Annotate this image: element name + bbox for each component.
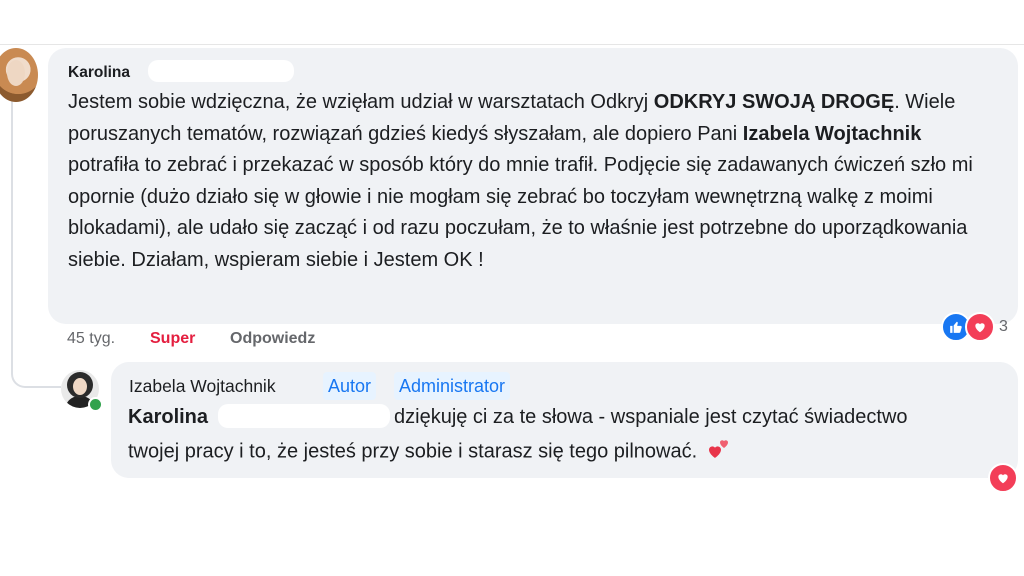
online-status-dot [88, 397, 103, 412]
comment-text-part-3: potrafiła to zebrać i przekazać w sposób… [68, 154, 973, 271]
comment-timestamp[interactable]: 45 tyg. [67, 330, 115, 348]
love-reaction-icon [965, 312, 995, 342]
top-divider [0, 44, 1024, 45]
reply-text-line-1: dziękuję ci za te słowa - wspaniale jest… [394, 406, 908, 428]
reply-mention[interactable]: Karolina [128, 406, 208, 429]
reaction-count: 3 [999, 318, 1008, 335]
admin-badge: Administrator [394, 372, 511, 400]
reply-text-line-2: twojej pracy i to, że jesteś przy sobie … [128, 440, 698, 463]
reaction-super-button[interactable]: Super [150, 330, 195, 348]
two-hearts-icon [707, 438, 731, 466]
avatar-face [73, 378, 87, 395]
author-badge: Autor [323, 372, 377, 400]
comment-author-name[interactable]: Karolina [68, 64, 130, 82]
reply-button[interactable]: Odpowiedz [230, 330, 315, 348]
redaction-blur [218, 404, 390, 428]
redaction-blur [148, 60, 294, 82]
workshop-name: ODKRYJ SWOJĄ DROGĘ [653, 91, 895, 113]
comment-body: Jestem sobie wdzięczna, że wzięłam udzia… [68, 87, 988, 276]
love-reaction-icon[interactable] [988, 463, 1018, 493]
avatar-face [7, 60, 25, 86]
mentioned-person[interactable]: Izabela Wojtachnik [743, 123, 922, 145]
reply-author-name[interactable]: Izabela Wojtachnik [129, 376, 276, 397]
reply-text-line-2-container: twojej pracy i to, że jesteś przy sobie … [128, 438, 731, 466]
reaction-summary[interactable]: 3 [941, 312, 1008, 342]
comment-text-part-1: Jestem sobie wdzięczna, że wzięłam udzia… [68, 91, 654, 113]
